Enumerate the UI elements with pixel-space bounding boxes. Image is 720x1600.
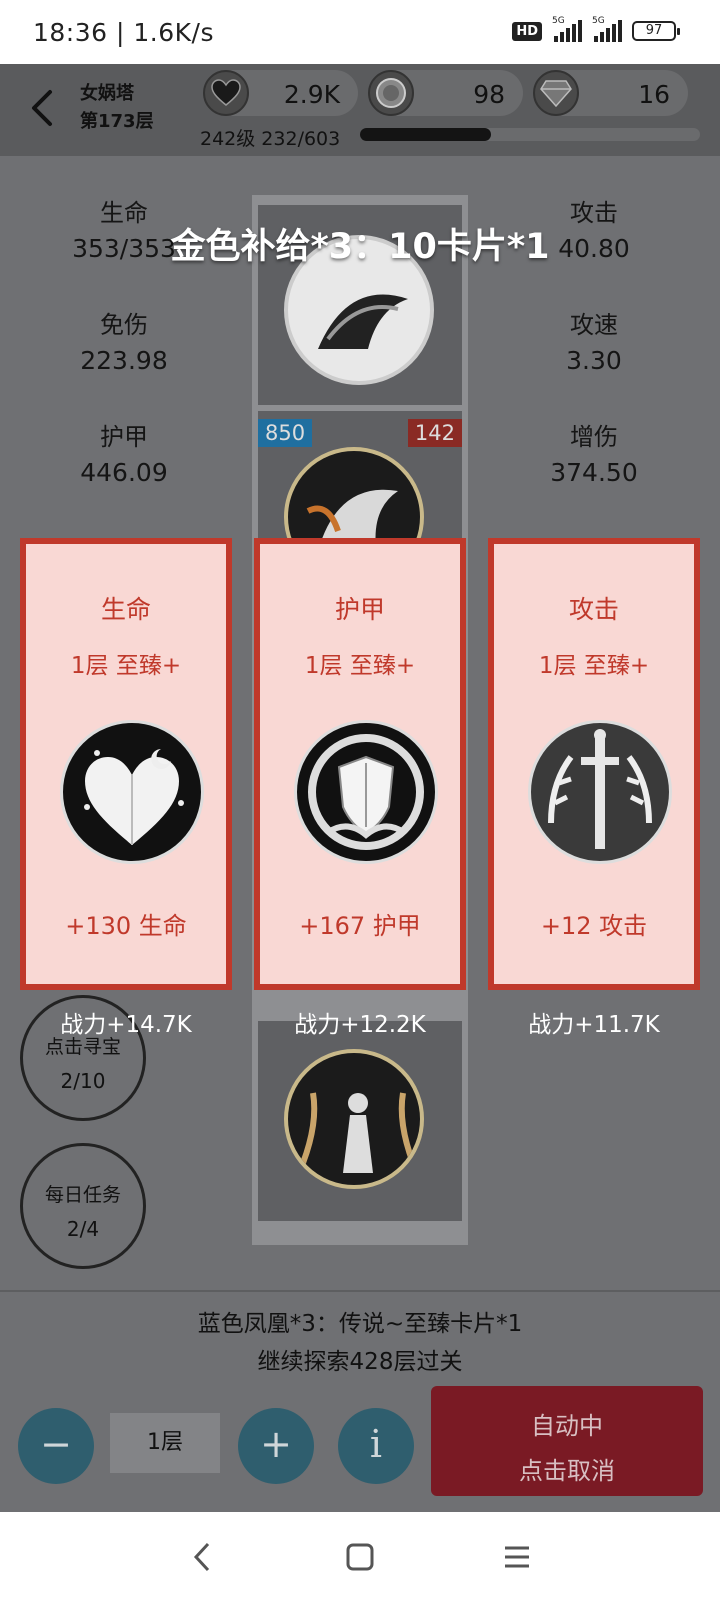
silver-coin-icon xyxy=(368,70,414,116)
option-bonus: +167 护甲 xyxy=(299,912,421,940)
nav-menu-button[interactable] xyxy=(492,1532,542,1582)
resource-coins: 98 xyxy=(368,70,523,116)
option-title: 生命 xyxy=(100,595,151,624)
info-icon: i xyxy=(369,1422,383,1466)
plus-icon: + xyxy=(260,1422,292,1466)
option-title: 攻击 xyxy=(568,595,619,624)
power-hp: 战力+14.7K xyxy=(60,1012,192,1038)
status-time: 18:36 | 1.6K/s xyxy=(33,18,214,47)
tower-name: 女娲塔 xyxy=(80,83,134,104)
floor-value: 1层 xyxy=(110,1413,220,1473)
decrease-floor-button[interactable]: − xyxy=(18,1408,94,1484)
option-card-armor[interactable]: 护甲 1层 至臻+ +167 护甲 xyxy=(254,538,466,990)
tower-info: 女娲塔 第173层 xyxy=(80,80,154,136)
option-bonus: +130 生命 xyxy=(65,912,187,940)
shield-medal-icon xyxy=(294,720,438,864)
progress-info: 继续探索428层过关 xyxy=(257,1349,463,1375)
power-armor: 战力+12.2K xyxy=(294,1012,426,1038)
stat-damage-bonus: 增伤 374.50 xyxy=(550,423,638,487)
divider xyxy=(0,1290,720,1292)
status-icons: HD 5G 5G 97 xyxy=(512,16,680,42)
level-text: 242级 232/603 xyxy=(200,128,341,150)
nav-home-button[interactable] xyxy=(335,1532,385,1582)
option-card-attack[interactable]: 攻击 1层 至臻+ +12 攻击 xyxy=(488,538,700,990)
option-card-hp[interactable]: 生命 1层 至臻+ +130 生命 xyxy=(20,538,232,990)
option-bonus: +12 攻击 xyxy=(540,912,648,940)
reward-info: 蓝色凤凰*3：传说~至臻卡片*1 xyxy=(197,1311,523,1337)
stat-attack-speed: 攻速 3.30 xyxy=(566,311,622,375)
back-button[interactable] xyxy=(26,88,62,128)
card-tag-blue: 850 xyxy=(258,419,313,447)
battery-icon: 97 xyxy=(632,21,680,41)
signal-icon: 5G xyxy=(552,16,582,42)
chevron-left-icon xyxy=(32,90,52,126)
signal-icon-2: 5G xyxy=(592,16,622,42)
card-tag-red: 142 xyxy=(407,419,462,447)
hd-icon: HD xyxy=(512,21,542,41)
game-header: 女娲塔 第173层 2.9K 98 16 242级 232/603 xyxy=(0,64,720,156)
daily-tasks-button[interactable]: 每日任务 2/4 xyxy=(20,1143,146,1269)
increase-floor-button[interactable]: + xyxy=(238,1408,314,1484)
sword-medal-icon xyxy=(528,720,672,864)
option-subtitle: 1层 至臻+ xyxy=(70,653,182,679)
xp-progress-fill xyxy=(360,128,491,141)
nav-back-icon xyxy=(193,1542,210,1572)
nav-home-icon xyxy=(346,1543,374,1571)
resource-hearts: 2.9K xyxy=(203,70,358,116)
tower-floor: 第173层 xyxy=(80,111,154,132)
auto-cancel-button[interactable]: 自动中 点击取消 xyxy=(431,1386,703,1496)
stat-damage-reduction: 免伤 223.98 xyxy=(80,311,168,375)
card-slot-5 xyxy=(258,1021,462,1221)
system-nav-bar xyxy=(0,1512,720,1600)
diamond-coin-icon xyxy=(533,70,579,116)
maiden-medal-icon xyxy=(284,1049,424,1189)
status-bar: 18:36 | 1.6K/s HD 5G 5G 97 xyxy=(0,0,720,64)
heart-coin-icon xyxy=(203,70,249,116)
xp-progress-bar xyxy=(360,128,700,141)
power-attack: 战力+11.7K xyxy=(528,1012,660,1038)
nav-back-button[interactable] xyxy=(178,1532,228,1582)
nav-menu-icon xyxy=(505,1546,529,1568)
info-button[interactable]: i xyxy=(338,1408,414,1484)
stat-armor: 护甲 446.09 xyxy=(80,423,168,487)
reward-title: 金色补给*3：10卡片*1 xyxy=(170,227,550,267)
heart-medal-icon xyxy=(60,720,204,864)
minus-icon: − xyxy=(40,1422,72,1466)
option-title: 护甲 xyxy=(334,595,385,624)
resource-diamonds: 16 xyxy=(533,70,688,116)
option-subtitle: 1层 至臻+ xyxy=(304,653,416,679)
option-subtitle: 1层 至臻+ xyxy=(538,653,650,679)
